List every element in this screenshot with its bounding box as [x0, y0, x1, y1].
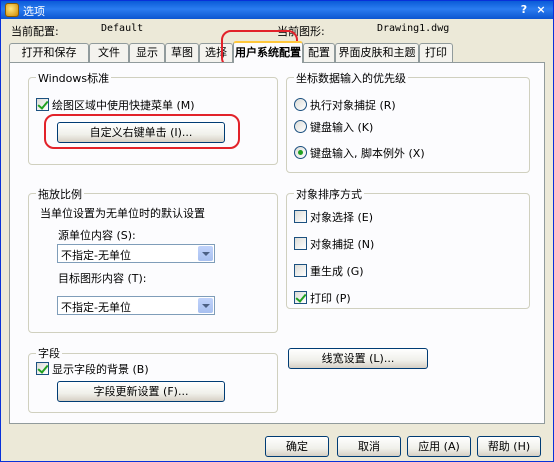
source-units-select[interactable]: 不指定-无单位 — [57, 244, 215, 263]
help-icon[interactable]: ? — [517, 3, 531, 17]
field-update-settings-button[interactable]: 字段更新设置 (F)... — [57, 381, 225, 402]
sort-regen-checkbox[interactable] — [294, 264, 307, 277]
close-icon[interactable]: × — [534, 3, 548, 17]
radio-keyboard-entry[interactable] — [294, 120, 307, 133]
radio-keyboard-except-scripts[interactable] — [294, 146, 307, 159]
sort-plot-checkbox[interactable] — [294, 291, 307, 304]
drag-scale-title: 拖放比例 — [36, 186, 84, 202]
chevron-down-icon[interactable] — [198, 246, 213, 261]
sort-object-snap-checkbox[interactable] — [294, 237, 307, 250]
target-units-select[interactable]: 不指定-无单位 — [57, 296, 215, 315]
right-click-customize-button[interactable]: 自定义右键单击 (I)... — [57, 122, 225, 143]
target-units-value: 不指定-无单位 — [61, 301, 131, 314]
target-units-label: 目标图形内容 (T): — [58, 272, 147, 285]
lineweight-settings-button[interactable]: 线宽设置 (L)... — [288, 348, 428, 369]
show-field-background-checkbox[interactable] — [36, 362, 49, 375]
windows-standard-group — [28, 77, 278, 165]
source-units-value: 不指定-无单位 — [61, 249, 131, 262]
current-profile-value: Default — [101, 23, 144, 34]
radio-keyboard-entry-label: 键盘输入 (K) — [310, 121, 374, 134]
drag-scale-description: 当单位设置为无单位时的默认设置 — [40, 207, 205, 220]
shortcut-menu-checkbox[interactable] — [36, 98, 49, 111]
options-dialog: 选项 ? × 当前配置: Default 当前图形: Drawing1.dwg … — [0, 0, 554, 462]
help-button[interactable]: 帮助 (H) — [477, 436, 541, 457]
object-sort-title: 对象排序方式 — [294, 186, 364, 202]
window-title: 选项 — [23, 5, 45, 18]
show-field-background-label: 显示字段的背景 (B) — [52, 363, 149, 376]
tab-selection[interactable]: 选择 — [199, 43, 233, 62]
radio-object-snap-label: 执行对象捕捉 (R) — [310, 99, 396, 112]
tab-open-save[interactable]: 打开和保存 — [9, 43, 89, 62]
current-drawing-value: Drawing1.dwg — [377, 23, 450, 34]
radio-keyboard-except-scripts-label: 键盘输入, 脚本例外 (X) — [310, 147, 425, 160]
current-drawing-label: 当前图形: — [277, 25, 325, 38]
app-icon — [5, 3, 19, 17]
title-bar[interactable]: 选项 ? × — [1, 1, 553, 19]
coordinate-priority-title: 坐标数据输入的优先级 — [294, 70, 408, 86]
source-units-label: 源单位内容 (S): — [58, 229, 136, 242]
tab-user-preferences[interactable]: 用户系统配置 — [233, 41, 303, 63]
tab-files[interactable]: 文件 — [89, 43, 129, 62]
windows-standard-title: Windows标准 — [36, 70, 112, 86]
tab-profiles[interactable]: 配置 — [303, 43, 335, 62]
tab-drafting[interactable]: 草图 — [165, 43, 199, 62]
sort-object-selection-label: 对象选择 (E) — [310, 211, 374, 224]
chevron-down-icon[interactable] — [198, 298, 213, 313]
radio-object-snap[interactable] — [294, 98, 307, 111]
sort-plot-label: 打印 (P) — [310, 292, 351, 305]
current-profile-label: 当前配置: — [11, 25, 59, 38]
sort-regen-label: 重生成 (G) — [310, 265, 364, 278]
cancel-button[interactable]: 取消 — [337, 436, 401, 457]
tab-panel: Windows标准 绘图区域中使用快捷菜单 (M) 自定义右键单击 (I)...… — [9, 62, 545, 424]
sort-object-selection-checkbox[interactable] — [294, 210, 307, 223]
tab-display[interactable]: 显示 — [129, 43, 165, 62]
apply-button[interactable]: 应用 (A) — [407, 436, 471, 457]
fields-title: 字段 — [36, 345, 62, 361]
ok-button[interactable]: 确定 — [265, 436, 329, 457]
tab-skins-themes[interactable]: 界面皮肤和主题 — [335, 43, 419, 62]
tab-plot[interactable]: 打印 — [419, 43, 453, 62]
sort-object-snap-label: 对象捕捉 (N) — [310, 238, 375, 251]
shortcut-menu-label: 绘图区域中使用快捷菜单 (M) — [52, 99, 195, 112]
